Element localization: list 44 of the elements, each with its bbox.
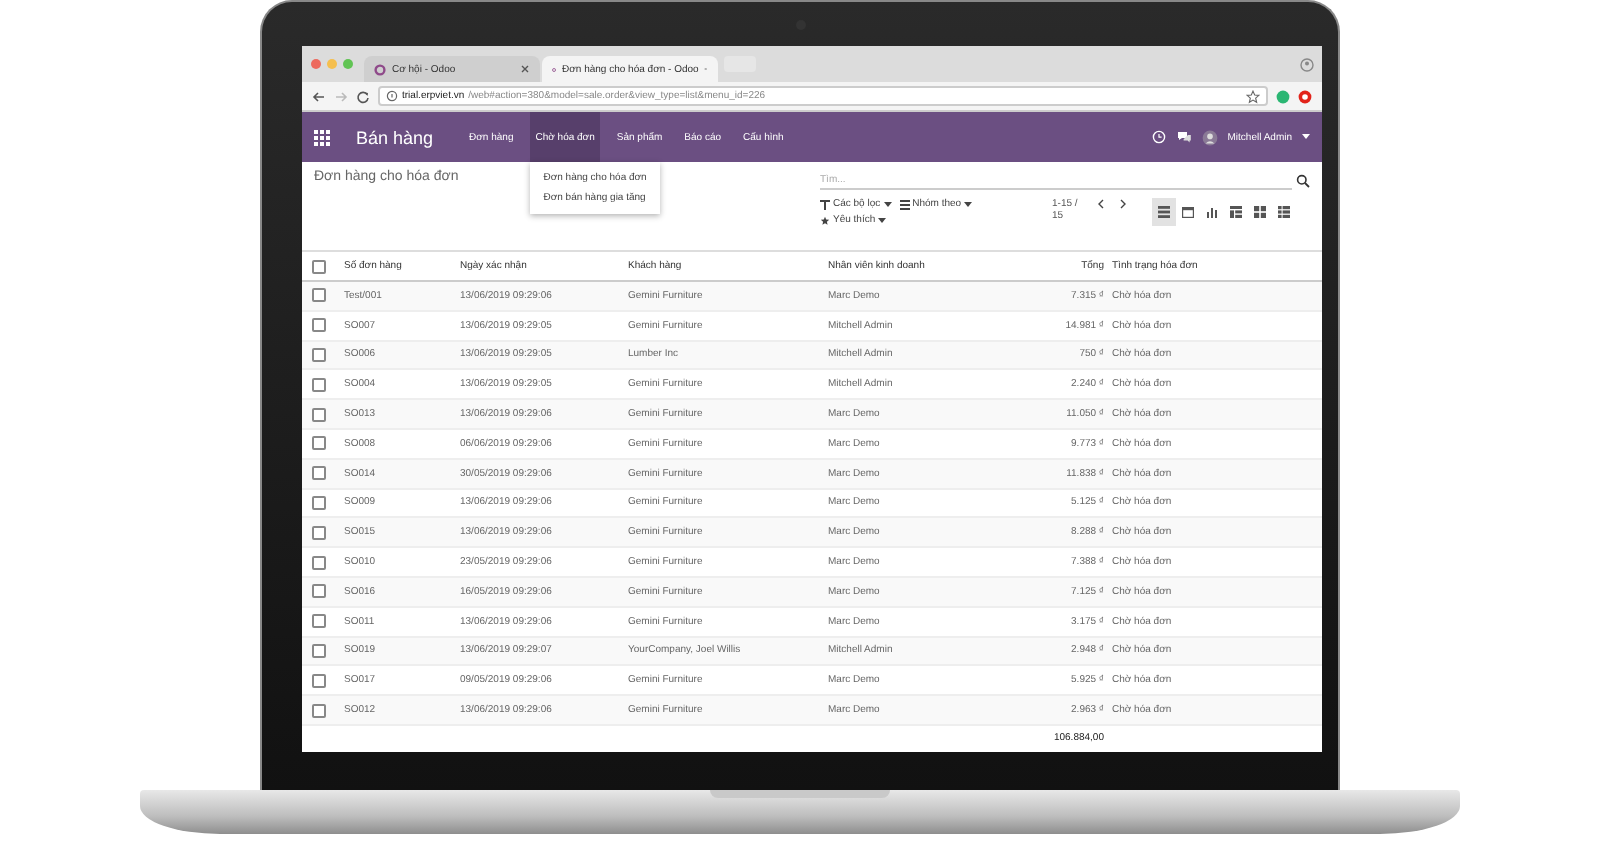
app-name: Bán hàng xyxy=(356,127,434,147)
star-icon xyxy=(820,215,830,225)
kanban-icon xyxy=(1254,206,1266,218)
back-icon[interactable] xyxy=(312,89,326,103)
list-icon xyxy=(1158,206,1170,218)
caret-icon xyxy=(964,201,973,207)
row-checkbox[interactable] xyxy=(312,347,326,362)
reload-icon[interactable] xyxy=(356,89,370,103)
row-checkbox[interactable] xyxy=(312,673,326,688)
bookmark-star-icon[interactable] xyxy=(1246,89,1260,103)
apps-menu-icon[interactable] xyxy=(314,129,330,145)
row-checkbox[interactable] xyxy=(312,555,326,570)
row-checkbox[interactable] xyxy=(312,318,326,333)
list-icon xyxy=(899,199,910,209)
avatar-icon xyxy=(1201,129,1218,145)
graph-icon xyxy=(1206,206,1218,218)
profile-icon[interactable] xyxy=(1300,57,1314,71)
row-checkbox[interactable] xyxy=(312,288,326,303)
row-checkbox[interactable] xyxy=(312,495,326,510)
row-checkbox[interactable] xyxy=(312,614,326,629)
row-checkbox[interactable] xyxy=(312,703,326,718)
caret-icon xyxy=(878,217,887,223)
pivot-icon xyxy=(1230,206,1242,218)
row-checkbox[interactable] xyxy=(312,584,326,599)
calendar-icon xyxy=(1182,206,1194,218)
next-icon[interactable] xyxy=(1118,198,1128,210)
search-icon[interactable] xyxy=(1296,173,1310,187)
clock-icon[interactable] xyxy=(1151,130,1166,144)
info-icon[interactable] xyxy=(386,90,398,102)
chat-icon[interactable] xyxy=(1175,130,1192,144)
caret-icon xyxy=(883,201,892,207)
select-all-checkbox[interactable] xyxy=(312,259,326,273)
row-checkbox[interactable] xyxy=(312,377,326,392)
row-checkbox[interactable] xyxy=(312,436,326,451)
row-checkbox[interactable] xyxy=(312,466,326,481)
window-controls-icon xyxy=(310,58,354,70)
list-view-button[interactable] xyxy=(1152,198,1176,226)
row-checkbox[interactable] xyxy=(312,643,326,658)
row-checkbox[interactable] xyxy=(312,407,326,422)
filter-icon xyxy=(820,199,830,209)
grid-icon xyxy=(1278,206,1290,218)
row-checkbox[interactable] xyxy=(312,525,326,540)
caret-icon xyxy=(1302,134,1310,140)
previous-icon[interactable] xyxy=(1096,198,1106,210)
